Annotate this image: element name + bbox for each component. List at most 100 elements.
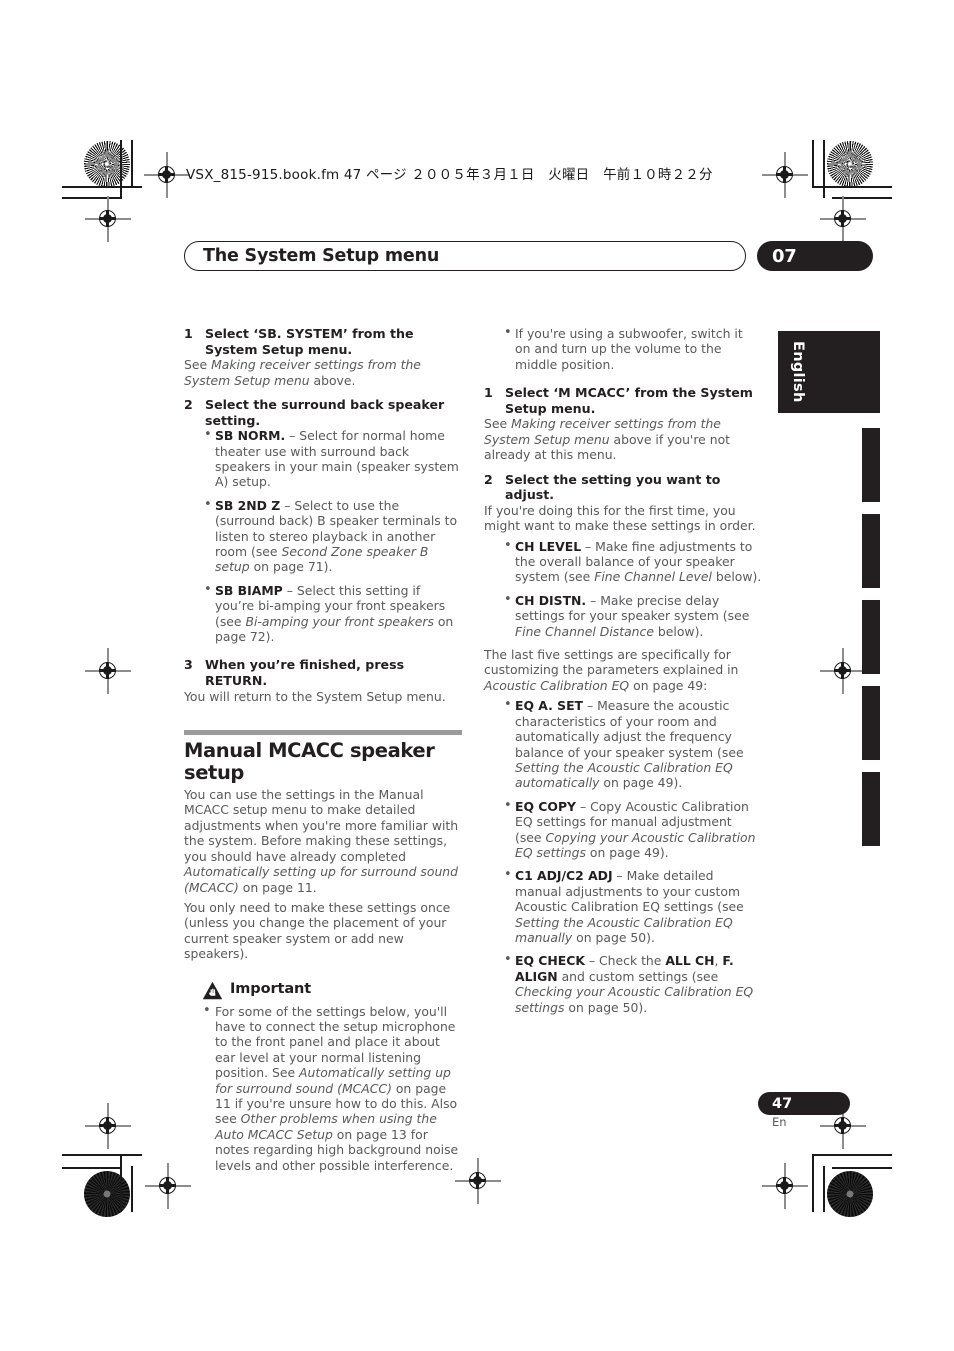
left-step-1-number: 1 xyxy=(184,326,193,341)
bullet-term: CH DISTN. xyxy=(515,592,587,608)
bullet-italic-ref: Fine Channel Level xyxy=(594,569,712,585)
right-step-2-body: If you're doing this for the first time,… xyxy=(484,502,756,534)
list-item: EQ A. SET – Measure the acoustic charact… xyxy=(484,697,762,791)
important-label: Important xyxy=(230,981,312,998)
section-para-1-italic: Automatically setting up for surround so… xyxy=(184,864,459,895)
bullet-term: SB BIAMP xyxy=(215,582,283,598)
registration-star-bottom-right xyxy=(827,1171,873,1217)
eq-settings-bullet-list: EQ A. SET – Measure the acoustic charact… xyxy=(484,697,762,1015)
right-step-1-body-pre: See xyxy=(484,416,512,432)
crop-rule-bottom-right-v2 xyxy=(823,1166,825,1212)
bullet-text-mid: and custom settings (see xyxy=(557,968,719,984)
edge-tab-mark-5 xyxy=(862,772,880,846)
registration-star-bottom-left xyxy=(84,1171,130,1217)
bullet-text-post: on page 71). xyxy=(249,559,333,575)
bullet-dash: – xyxy=(285,428,300,444)
section-para-1-post: on page 11. xyxy=(238,879,317,895)
right-step-1-number: 1 xyxy=(484,385,493,401)
bullet-dash: – xyxy=(581,538,596,554)
section-heading: Manual MCACC speaker setup xyxy=(184,739,435,785)
bullet-text-post: on page 50). xyxy=(572,929,655,945)
right-top-bullet-text: If you're using a subwoofer, switch it o… xyxy=(515,326,743,372)
bullet-text-post: on page 49). xyxy=(599,775,683,791)
bullet-bold-all-ch: ALL CH xyxy=(665,953,715,969)
last-five-italic: Acoustic Calibration EQ xyxy=(484,677,630,693)
bullet-dash: – xyxy=(583,698,598,714)
registration-cross-left-middle xyxy=(85,648,131,694)
language-side-tab-label: English xyxy=(790,341,806,403)
list-item: CH DISTN. – Make precise delay settings … xyxy=(484,592,762,639)
right-step-1-title: Select ‘M MCACC’ from the System Setup m… xyxy=(505,385,753,416)
page-title: The System Setup menu xyxy=(203,246,440,266)
left-step-1-title: Select ‘SB. SYSTEM’ from the System Setu… xyxy=(205,326,414,357)
chapter-number-badge: 07 xyxy=(757,241,873,271)
crop-rule-top-right-v xyxy=(812,140,814,188)
left-step-3-title: When you’re finished, press RETURN. xyxy=(205,657,405,689)
crop-rule-bottom-right-h2 xyxy=(832,1167,892,1169)
important-heading: Important xyxy=(202,981,462,1000)
bullet-term: CH LEVEL xyxy=(515,538,582,554)
edge-tab-mark-3 xyxy=(862,600,880,674)
right-top-bullet-list: If you're using a subwoofer, switch it o… xyxy=(484,325,762,372)
registration-cross-top-header-right xyxy=(762,152,808,198)
list-item: C1 ADJ/C2 ADJ – Make detailed manual adj… xyxy=(484,867,762,945)
bullet-term: C1 ADJ/C2 ADJ xyxy=(515,868,613,884)
right-step-2-bullet-list: CH LEVEL – Make fine adjustments to the … xyxy=(484,538,762,639)
registration-cross-right-upper xyxy=(820,196,866,242)
file-slug-line: VSX_815-915.book.fm 47 ページ ２００５年３月１日 火曜日… xyxy=(186,167,713,183)
left-step-3-body: You will return to the System Setup menu… xyxy=(184,688,446,704)
bullet-term: EQ CHECK xyxy=(515,953,585,969)
list-item: CH LEVEL – Make fine adjustments to the … xyxy=(484,538,762,585)
left-step-2-title: Select the surround back speaker setting… xyxy=(205,397,445,428)
bullet-dash: – xyxy=(576,798,591,814)
left-step-2-number: 2 xyxy=(184,397,193,412)
crop-rule-top-right-v2 xyxy=(823,140,825,198)
bullet-text-post: below). xyxy=(653,623,704,639)
crop-rule-bottom-right-h xyxy=(812,1154,892,1156)
right-step-2-number: 2 xyxy=(484,471,493,487)
bullet-dash: – xyxy=(586,592,601,608)
left-step-1-body-pre: See xyxy=(184,357,212,373)
edge-tab-mark-1 xyxy=(862,428,880,502)
edge-tab-mark-4 xyxy=(862,686,880,760)
section-paragraph-2: You only need to make these settings onc… xyxy=(184,899,451,962)
left-step-1-body-italic: Making receiver settings from the System… xyxy=(184,357,421,388)
left-step-1-body-post: above. xyxy=(309,372,356,388)
language-side-tab: English xyxy=(778,331,880,413)
left-step-2: 2 Select the surround back speaker setti… xyxy=(184,397,462,428)
page-language-code: En xyxy=(772,1115,787,1129)
bullet-term: SB NORM. xyxy=(215,428,286,444)
section-paragraph-1: You can use the settings in the Manual M… xyxy=(184,787,462,895)
bullet-term: EQ A. SET xyxy=(515,698,583,714)
bullet-dash: – xyxy=(280,497,295,513)
crop-rule-bottom-left-v2 xyxy=(131,1166,133,1212)
left-text-column: 1 Select ‘SB. SYSTEM’ from the System Se… xyxy=(184,326,462,1180)
registration-star-top-right xyxy=(827,141,873,187)
left-step-1-body: See Making receiver settings from the Sy… xyxy=(184,357,462,388)
list-item: If you're using a subwoofer, switch it o… xyxy=(484,325,762,372)
section-para-1-pre: You can use the settings in the Manual M… xyxy=(184,787,459,864)
bullet-italic-ref: Fine Channel Distance xyxy=(515,623,654,639)
left-step-3: 3 When you’re finished, press RETURN. xyxy=(184,657,462,688)
last-five-paragraph: The last five settings are specifically … xyxy=(484,647,762,693)
last-five-post: on page 49: xyxy=(629,677,708,693)
bullet-italic-ref: Bi-amping your front speakers xyxy=(245,613,434,629)
running-head-bar: The System Setup menu xyxy=(184,241,746,271)
registration-cross-right-middle xyxy=(820,648,866,694)
list-item: SB NORM. – Select for normal home theate… xyxy=(184,427,462,490)
crop-rule-top-left-h xyxy=(62,186,142,188)
right-step-2-title: Select the setting you want to adjust. xyxy=(505,471,721,503)
page-number-badge: 47 xyxy=(758,1092,850,1115)
registration-cross-top-header xyxy=(144,152,190,198)
left-step-1: 1 Select ‘SB. SYSTEM’ from the System Se… xyxy=(184,326,462,357)
registration-cross-left-upper xyxy=(85,196,131,242)
important-bullet-list: For some of the settings below, you'll h… xyxy=(202,1003,462,1173)
crop-rule-bottom-right-v xyxy=(812,1154,814,1212)
right-text-column: If you're using a subwoofer, switch it o… xyxy=(484,325,762,1023)
last-five-pre: The last five settings are specifically … xyxy=(484,647,739,678)
right-step-1: 1 Select ‘M MCACC’ from the System Setup… xyxy=(484,385,762,416)
right-step-1-body: See Making receiver settings from the Sy… xyxy=(484,416,762,462)
registration-cross-bottom-right xyxy=(762,1163,808,1209)
crop-rule-top-left-v2 xyxy=(131,140,133,187)
left-step-3-number: 3 xyxy=(184,657,193,673)
